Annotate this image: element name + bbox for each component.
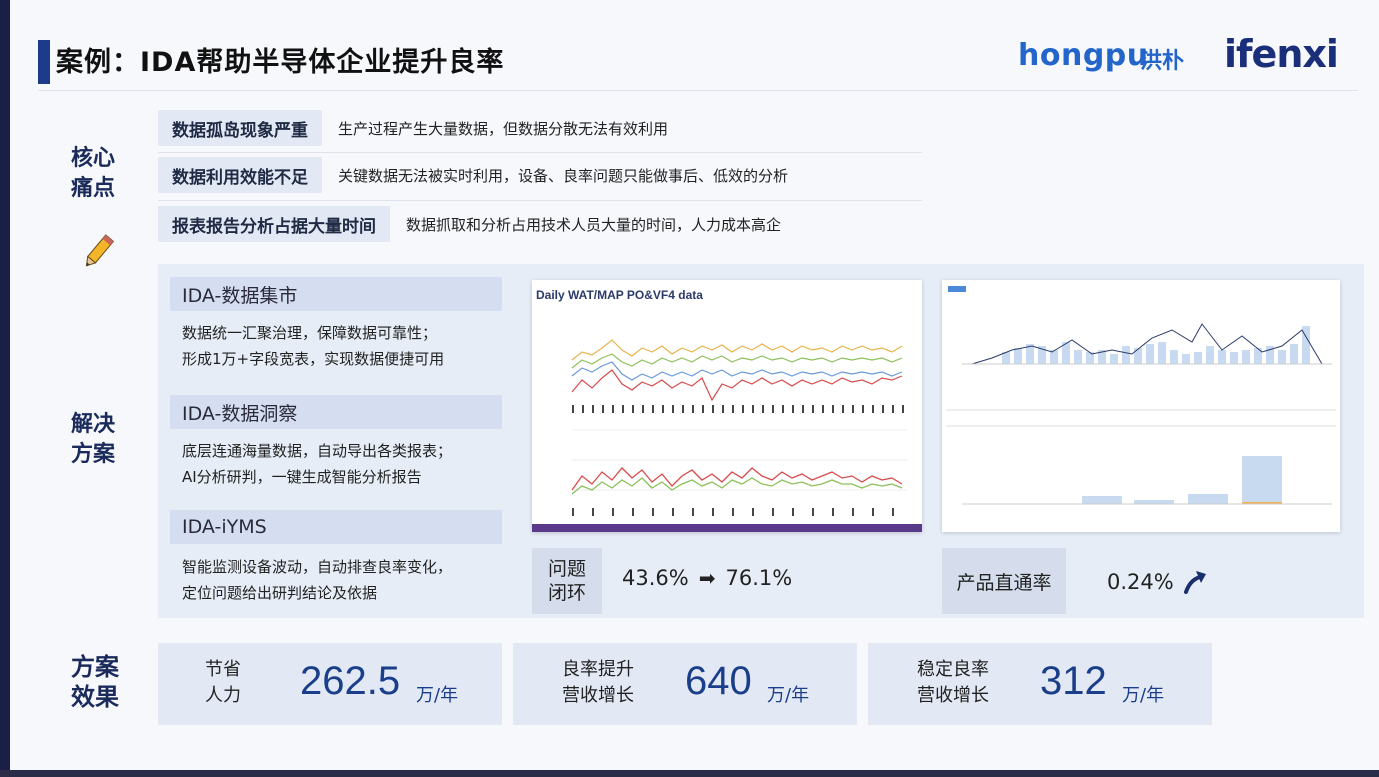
results-section-label: 方案 效果 <box>71 653 119 711</box>
result-unit: 万/年 <box>1122 685 1165 706</box>
hongpu-logo-cn: 洪朴 <box>1140 49 1185 74</box>
slide: 案例：IDA帮助半导体企业提升良率 hongpu 洪朴 ifenxi 核心 痛点… <box>10 0 1379 770</box>
solution-section-label: 解决 方案 <box>70 412 115 467</box>
header-divider <box>38 90 1358 91</box>
title-accent-bar <box>38 40 50 84</box>
trend-up-arrow-icon <box>1183 571 1206 594</box>
pain-desc: 数据抓取和分析占用技术人员大量的时间，人力成本高企 <box>406 215 782 234</box>
first-pass-yield-value: 0.24% <box>1107 568 1210 596</box>
module-title: IDA-数据集市 <box>170 277 502 311</box>
pain-tag: 报表报告分析占据大量时间 <box>158 206 390 242</box>
yield-dashboard-panel <box>942 280 1340 532</box>
pain-item: 数据利用效能不足 关键数据无法被实时利用，设备、良率问题只能做事后、低效的分析 <box>158 157 788 193</box>
pain-desc: 生产过程产生大量数据，但数据分散无法有效利用 <box>338 119 669 138</box>
pain-item: 报表报告分析占据大量时间 数据抓取和分析占用技术人员大量的时间，人力成本高企 <box>158 206 781 242</box>
pain-desc: 关键数据无法被实时利用，设备、良率问题只能做事后、低效的分析 <box>338 166 789 185</box>
ifenxi-logo: ifenxi <box>1224 32 1339 76</box>
module-desc: 数据统一汇聚治理，保障数据可靠性； 形成1万+字段宽表，实现数据便捷可用 <box>182 324 445 368</box>
pain-divider <box>158 200 922 201</box>
bottom-window-edge <box>0 770 1379 777</box>
result-unit: 万/年 <box>767 685 810 706</box>
result-label: 节省 人力 <box>205 659 241 706</box>
wat-map-chart-panel: Daily WAT/MAP PO&VF4 data <box>532 280 922 532</box>
hongpu-logo: hongpu <box>1018 38 1149 73</box>
left-window-edge <box>0 0 10 777</box>
pain-tag: 数据孤岛现象严重 <box>158 110 322 146</box>
result-card: 稳定良率 营收增长 312 万/年 <box>868 643 1212 725</box>
result-value: 262.5 <box>300 659 401 703</box>
pain-item: 数据孤岛现象严重 生产过程产生大量数据，但数据分散无法有效利用 <box>158 110 668 146</box>
issue-closure-value: 43.6% ➡ 76.1% <box>622 566 793 590</box>
trend-charts <box>532 339 922 532</box>
module-title: IDA-数据洞察 <box>170 395 502 429</box>
right-arrow-icon: ➡ <box>698 566 716 590</box>
page-title: 案例：IDA帮助半导体企业提升良率 <box>56 47 505 78</box>
result-unit: 万/年 <box>416 685 459 706</box>
result-card: 良率提升 营收增长 640 万/年 <box>513 643 857 725</box>
pain-divider <box>158 152 922 153</box>
issue-closure-label: 问题 闭环 <box>532 548 602 614</box>
first-pass-yield-label: 产品直通率 <box>942 548 1066 614</box>
module-desc: 底层连通海量数据，自动导出各类报表； AI分析研判，一键生成智能分析报告 <box>182 442 453 486</box>
pain-section-label: 核心 痛点 <box>70 146 115 201</box>
result-card: 节省 人力 262.5 万/年 <box>158 643 502 725</box>
result-label: 稳定良率 营收增长 <box>917 659 989 706</box>
result-value: 312 <box>1040 659 1107 703</box>
pencil-icon <box>85 234 115 267</box>
module-title: IDA-iYMS <box>170 510 502 544</box>
result-label: 良率提升 营收增长 <box>562 659 634 706</box>
dashboard-charts <box>946 286 1336 505</box>
pain-tag: 数据利用效能不足 <box>158 157 322 193</box>
result-value: 640 <box>685 659 752 703</box>
module-desc: 智能监测设备波动，自动排查良率变化， 定位问题给出研判结论及依据 <box>182 558 453 602</box>
